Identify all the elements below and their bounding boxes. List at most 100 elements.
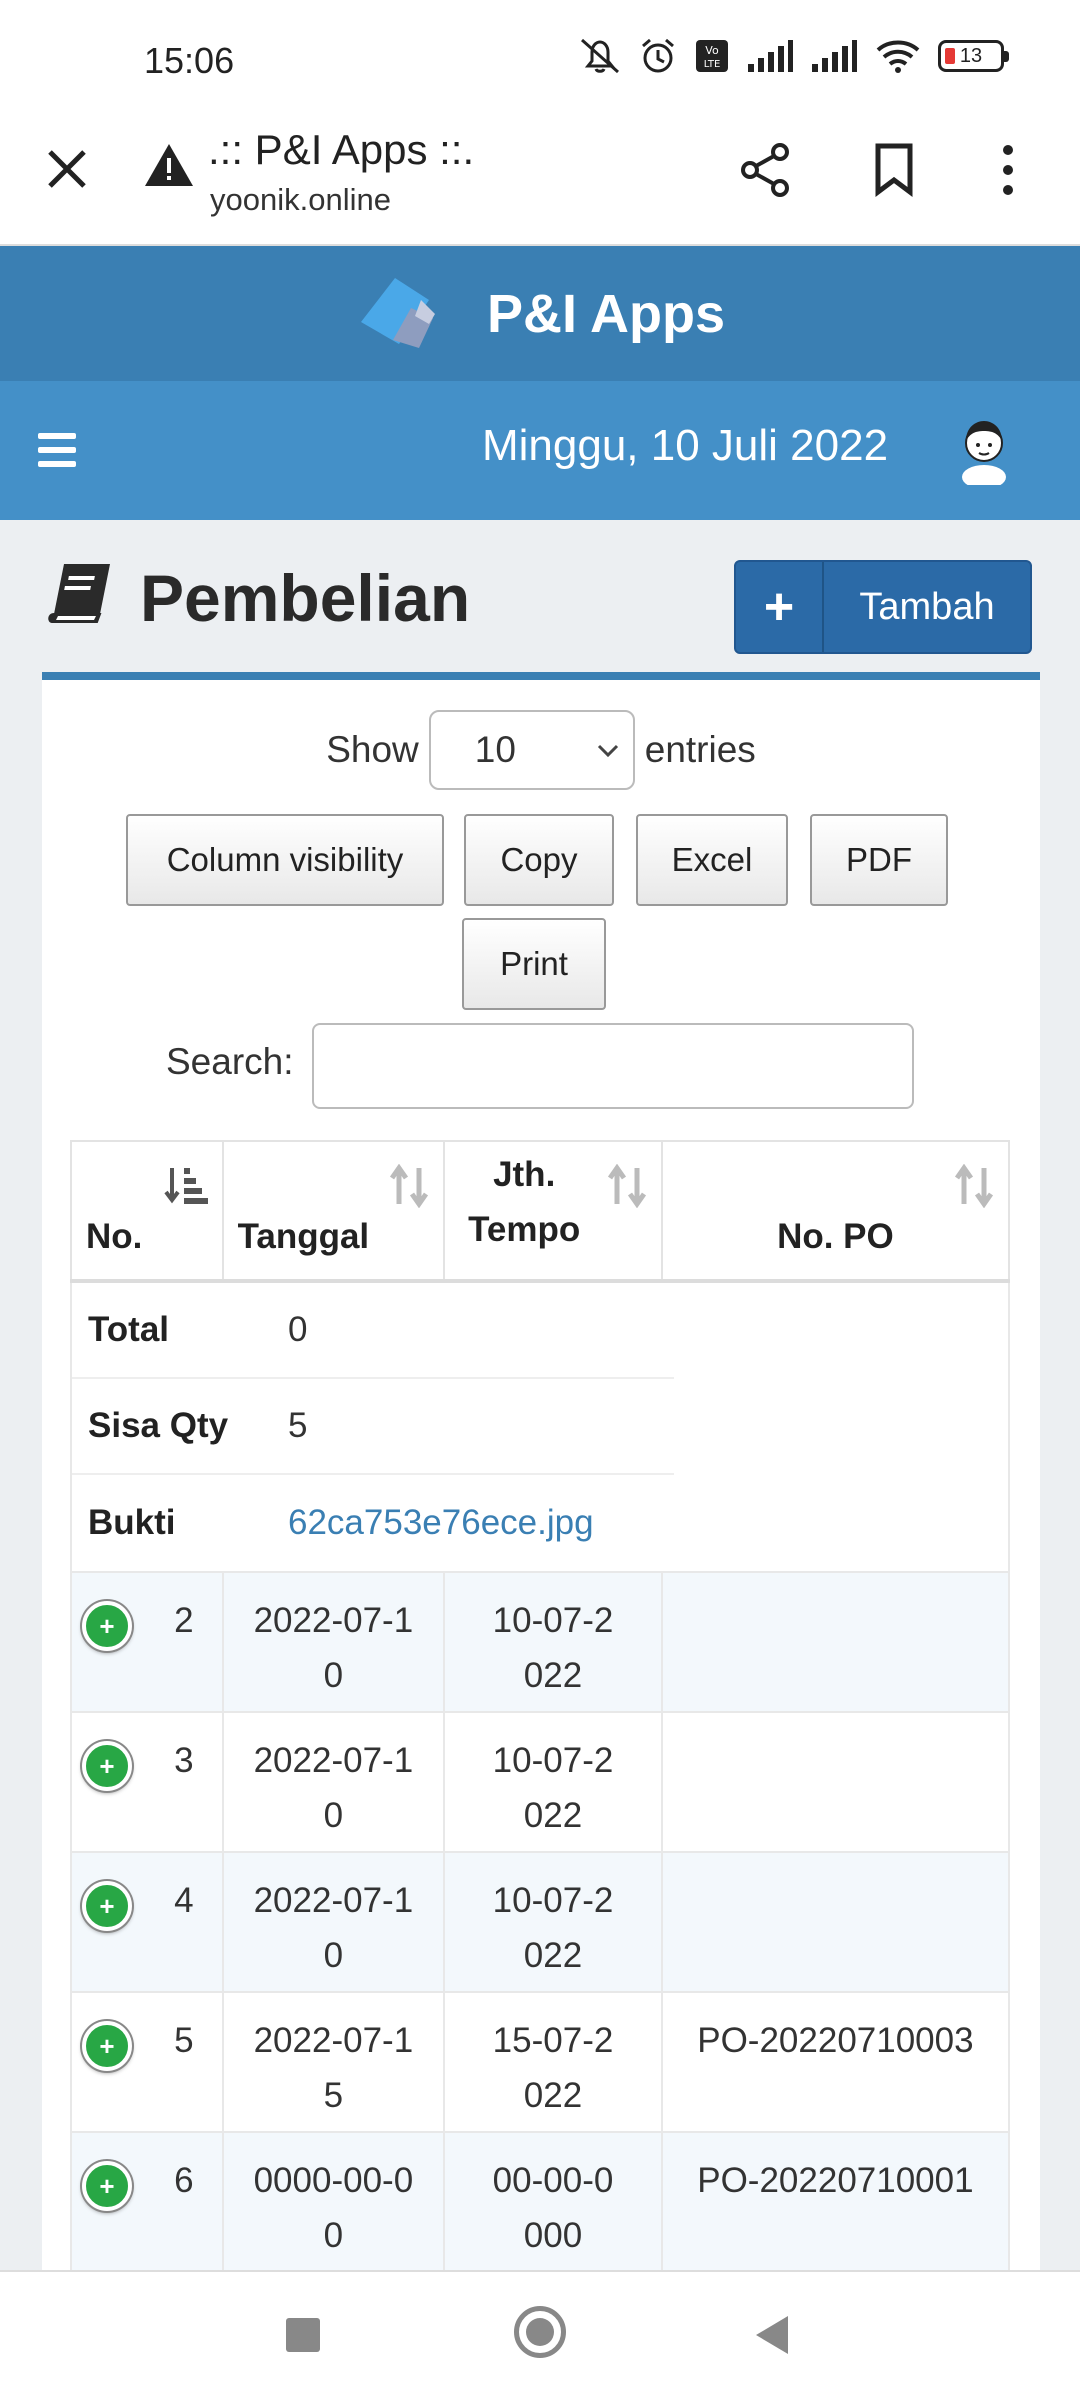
copy-button[interactable]: Copy: [464, 814, 614, 906]
bookmark-icon[interactable]: [872, 142, 916, 203]
table-row[interactable]: +5 2022-07-15 15-07-2022 PO-20220710003: [70, 1991, 1011, 2133]
detail-item-sisa-qty: Sisa Qty 5: [72, 1379, 674, 1475]
cell-no: +4: [70, 1851, 224, 1993]
column-label-no: No.: [86, 1217, 143, 1256]
pdf-button[interactable]: PDF: [810, 814, 948, 906]
cell-no: +6: [70, 2131, 224, 2273]
cell-no: +3: [70, 1711, 224, 1853]
nav-bar: Minggu, 10 Juli 2022: [0, 381, 1080, 520]
table-row[interactable]: +4 2022-07-10 10-07-2022: [70, 1851, 1011, 1993]
column-header-no[interactable]: No.: [70, 1140, 224, 1283]
entries-length: Show 10 entries: [42, 710, 1040, 790]
cell-tanggal: 2022-07-10: [221, 1571, 446, 1713]
sort-icon: [390, 1164, 429, 1208]
column-header-no-po[interactable]: No. PO: [660, 1140, 1011, 1283]
mute-icon: [581, 38, 619, 74]
detail-value: 0: [288, 1310, 308, 1349]
sort-icon: [607, 1164, 646, 1208]
column-header-tanggal[interactable]: Tanggal: [221, 1140, 446, 1283]
share-icon[interactable]: [738, 142, 794, 203]
cell-tempo: 10-07-2022: [443, 1711, 663, 1853]
search-input[interactable]: [312, 1023, 914, 1109]
cell-no-value: 4: [174, 1881, 194, 1920]
browser-page-title: .:: P&I Apps ::.: [208, 126, 475, 173]
detail-key: Total: [88, 1310, 170, 1349]
cell-tanggal: 0000-00-00: [221, 2131, 446, 2273]
page-title: Pembelian: [140, 561, 471, 635]
plus-circle-icon[interactable]: +: [82, 1881, 132, 1931]
main-content: Pembelian + Tambah Show 10 entries Colum…: [0, 520, 1080, 2292]
cell-tempo: 10-07-2022: [443, 1571, 663, 1713]
plus-circle-icon[interactable]: +: [82, 1601, 132, 1651]
plus-circle-icon[interactable]: +: [82, 1741, 132, 1791]
recents-icon[interactable]: [286, 2318, 320, 2352]
battery-level: 13: [959, 44, 983, 67]
browser-url: yoonik.online: [210, 182, 391, 217]
table-row[interactable]: +3 2022-07-10 10-07-2022: [70, 1711, 1011, 1853]
wifi-icon: [876, 40, 920, 73]
cell-no-po: [660, 1571, 1011, 1713]
plus-circle-icon[interactable]: +: [82, 2161, 132, 2211]
alarm-icon: [642, 38, 674, 73]
cell-no: +2: [70, 1571, 224, 1713]
current-date: Minggu, 10 Juli 2022: [482, 421, 889, 470]
add-button[interactable]: + Tambah: [734, 560, 1032, 654]
column-header-jth-tempo[interactable]: Jth. Tempo: [443, 1140, 663, 1283]
menu-icon[interactable]: [38, 433, 76, 467]
pembelian-table: No. Tanggal Jth. Tempo No. PO Total 0 Si…: [70, 1140, 1011, 2273]
child-detail-row: Total 0 Sisa Qty 5 Bukti 62ca753e76ece.j…: [70, 1280, 1010, 1573]
more-vert-icon[interactable]: [998, 142, 1018, 203]
detail-item-bukti: Bukti 62ca753e76ece.jpg: [72, 1475, 674, 1571]
entries-value: 10: [474, 729, 516, 770]
cell-no-po: PO-20220710001: [660, 2131, 1011, 2273]
cell-no-value: 6: [174, 2161, 194, 2200]
svg-text:LTE: LTE: [704, 59, 721, 70]
home-icon[interactable]: [514, 2306, 566, 2358]
android-nav-bar: [0, 2270, 1080, 2400]
entries-select[interactable]: 10: [428, 710, 635, 790]
signal-icon: [748, 40, 793, 72]
detail-value: 5: [288, 1406, 308, 1445]
search-label: Search:: [166, 1041, 294, 1082]
column-label-jth-tempo: Jth. Tempo: [468, 1155, 581, 1249]
show-label: Show: [326, 729, 419, 770]
battery-icon: 13: [938, 40, 1009, 72]
close-icon[interactable]: [40, 142, 94, 196]
book-icon: [48, 560, 114, 629]
avatar[interactable]: [952, 415, 1016, 489]
table-row[interactable]: +2 2022-07-10 10-07-2022: [70, 1571, 1011, 1713]
cell-no: +5: [70, 1991, 224, 2133]
column-label-no-po: No. PO: [777, 1217, 894, 1256]
cell-tempo: 00-00-0000: [443, 2131, 663, 2273]
cell-tempo: 10-07-2022: [443, 1851, 663, 1993]
child-detail-list: Total 0 Sisa Qty 5 Bukti 62ca753e76ece.j…: [72, 1283, 1008, 1571]
bukti-file-link[interactable]: 62ca753e76ece.jpg: [288, 1503, 594, 1543]
cell-tempo: 15-07-2022: [443, 1991, 663, 2133]
chevron-down-icon: [597, 744, 618, 758]
cell-tanggal: 2022-07-15: [221, 1991, 446, 2133]
detail-item-total: Total 0: [72, 1283, 674, 1379]
plus-icon: +: [736, 562, 824, 652]
back-icon[interactable]: [756, 2316, 788, 2354]
svg-text:Vo: Vo: [705, 44, 719, 57]
print-button[interactable]: Print: [462, 918, 606, 1010]
detail-key: Bukti: [88, 1503, 176, 1542]
table-row[interactable]: +6 0000-00-00 00-00-0000 PO-20220710001: [70, 2131, 1011, 2273]
status-icons: Vo LTE 13: [578, 36, 1009, 76]
entries-label: entries: [644, 729, 756, 770]
add-button-label: Tambah: [859, 585, 995, 628]
data-panel: Show 10 entries Column visibility Copy E…: [42, 672, 1040, 2292]
app-header: P&I Apps: [0, 246, 1080, 381]
app-logo-icon: [355, 274, 467, 354]
column-visibility-button[interactable]: Column visibility: [126, 814, 444, 906]
excel-button[interactable]: Excel: [636, 814, 788, 906]
signal-icon-2: [812, 40, 857, 72]
warning-icon[interactable]: [142, 140, 196, 195]
cell-tanggal: 2022-07-10: [221, 1711, 446, 1853]
plus-circle-icon[interactable]: +: [82, 2021, 132, 2071]
cell-no-value: 2: [174, 1601, 194, 1640]
status-time: 15:06: [144, 40, 235, 81]
sort-icon: [954, 1164, 994, 1208]
cell-no-value: 5: [174, 2021, 194, 2060]
detail-key: Sisa Qty: [88, 1406, 229, 1445]
